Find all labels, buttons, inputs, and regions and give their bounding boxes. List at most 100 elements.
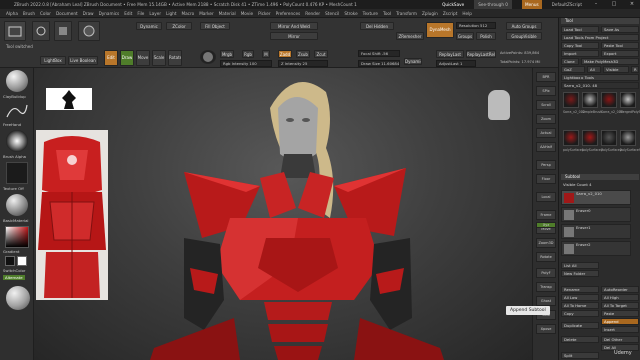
del-hidden-button[interactable]: Del Hidden <box>360 22 394 30</box>
menu-item[interactable]: Brush <box>23 11 35 16</box>
zoom3d-button[interactable]: Zoom3D <box>536 238 556 248</box>
canvas-viewport[interactable] <box>34 68 532 360</box>
polyf-button[interactable]: PolyF <box>536 268 556 278</box>
character-model[interactable] <box>34 68 532 360</box>
zcut-button[interactable]: Zcut <box>314 50 328 58</box>
local-button[interactable]: Local <box>536 192 556 202</box>
lightbox-button[interactable]: LightBox <box>40 56 66 65</box>
subtool-row[interactable]: Eraser2 <box>561 241 631 256</box>
rename-button[interactable]: Rename <box>561 286 599 293</box>
all-button[interactable]: All <box>587 66 601 73</box>
dynamesh-button[interactable]: DynaMesh <box>426 22 454 38</box>
draw-button[interactable]: Draw <box>120 50 134 66</box>
rotate-view-button[interactable]: Rotate <box>536 252 556 262</box>
subtool-row[interactable]: Eraser0 <box>561 207 631 222</box>
menu-item[interactable]: Zplugin <box>422 11 438 16</box>
menu-item[interactable]: Material <box>219 11 236 16</box>
save-as-button[interactable]: Save As <box>601 26 639 33</box>
lightbox-tools-button[interactable]: Lightbox ▸ Tools <box>561 74 639 81</box>
frame-button[interactable]: Frame <box>536 210 556 220</box>
quicksave-button[interactable]: QuickSave <box>442 0 464 9</box>
menu-item[interactable]: Stroke <box>344 11 357 16</box>
z-intensity-slider[interactable]: Z Intensity 25 <box>278 60 328 67</box>
menu-item[interactable]: Dynamics <box>99 11 120 16</box>
close-icon[interactable]: × <box>628 0 636 9</box>
clone-button[interactable]: Clone <box>561 58 579 65</box>
menu-item[interactable]: Transform <box>396 11 417 16</box>
resolution-slider[interactable]: Resolution 512 <box>456 22 496 29</box>
menu-item[interactable]: Layer <box>149 11 161 16</box>
rotate-button[interactable]: Rotate <box>168 50 182 66</box>
menu-item[interactable]: Movie <box>241 11 253 16</box>
paste-button[interactable]: Paste <box>601 310 639 317</box>
see-through-slider[interactable]: See-through 0 <box>474 0 512 9</box>
brush-icon[interactable] <box>6 70 28 92</box>
all-low-button[interactable]: All Low <box>561 294 599 301</box>
zcolor-button[interactable]: ZColor <box>166 22 192 30</box>
texture-icon[interactable] <box>6 162 28 184</box>
import-button[interactable]: Import <box>561 50 599 57</box>
actual-button[interactable]: Actual <box>536 128 556 138</box>
auto-groups-button[interactable]: Auto Groups <box>506 22 542 30</box>
group-visible-button[interactable]: GroupVisible <box>506 32 542 40</box>
auto-reorder-button[interactable]: AutoReorder <box>601 286 639 293</box>
scale-master-icon[interactable] <box>78 21 100 41</box>
del-other-button[interactable]: Del Other <box>601 336 639 343</box>
menu-item[interactable]: Tool <box>383 11 391 16</box>
tool-palette-title[interactable]: Tool <box>561 18 639 24</box>
duplicate-button[interactable]: Duplicate <box>561 322 599 329</box>
maximize-icon[interactable]: □ <box>610 0 618 9</box>
tool-thumbnail[interactable] <box>563 130 579 146</box>
polish-button[interactable]: Polish <box>476 32 496 40</box>
insert-button[interactable]: Insert <box>601 326 639 333</box>
persp-button[interactable]: Persp <box>536 160 556 170</box>
menu-item[interactable]: Picker <box>258 11 270 16</box>
menu-item[interactable]: Preferences <box>276 11 301 16</box>
menu-item[interactable]: Edit <box>124 11 132 16</box>
menu-item[interactable]: Macro <box>182 11 195 16</box>
menu-item[interactable]: Marker <box>199 11 213 16</box>
alpha-icon[interactable] <box>6 130 28 152</box>
load-tool-button[interactable]: Load Tool <box>561 26 599 33</box>
tool-thumbnail[interactable] <box>601 92 617 108</box>
menu-item[interactable]: Color <box>40 11 51 16</box>
menu-item[interactable]: Zscript <box>443 11 458 16</box>
subtool-row[interactable]: Eraser1 <box>561 224 631 239</box>
fill-object-button[interactable]: Fill Object <box>200 22 230 30</box>
new-folder-button[interactable]: New Folder <box>561 270 599 277</box>
move-button[interactable]: Move <box>136 50 150 66</box>
copy-tool-button[interactable]: Copy Tool <box>561 42 599 49</box>
delete-button[interactable]: Delete <box>561 336 599 343</box>
all-to-target-button[interactable]: All To Target <box>601 302 639 309</box>
subtool-header[interactable]: Subtool <box>561 174 639 180</box>
draw-size-slider[interactable]: Draw Size 11.60684 <box>358 60 400 67</box>
copy-button[interactable]: Copy <box>561 310 599 317</box>
zsub-button[interactable]: Zsub <box>296 50 310 58</box>
menu-item[interactable]: Help <box>462 11 472 16</box>
replay-last-button[interactable]: ReplayLast <box>436 50 464 58</box>
rgb-button[interactable]: Rgb <box>242 50 254 58</box>
focal-shift-slider[interactable]: Focal Shift -56 <box>358 50 400 57</box>
alpha-button[interactable]: Dynamic <box>136 22 162 30</box>
tool-thumbnail[interactable] <box>563 92 579 108</box>
lightbox-icon[interactable] <box>32 21 50 41</box>
tool-thumbnail[interactable] <box>620 130 636 146</box>
split-button[interactable]: Split <box>561 352 599 359</box>
menu-item[interactable]: File <box>137 11 144 16</box>
xyz-button[interactable]: Xyz <box>536 222 556 228</box>
tool-thumbnail[interactable] <box>582 92 598 108</box>
mirror-button[interactable]: Mirror <box>270 32 318 40</box>
xpose-button[interactable]: Xpose <box>536 324 556 334</box>
edit-button[interactable]: Edit <box>104 50 118 66</box>
menu-item[interactable]: Light <box>166 11 176 16</box>
paste-tool-button[interactable]: Paste Tool <box>601 42 639 49</box>
make-polymesh-button[interactable]: Make PolyMesh3D <box>581 58 639 65</box>
zoom-button[interactable]: Zoom <box>536 114 556 124</box>
head-preview-icon[interactable] <box>488 90 510 120</box>
subtool-row[interactable]: Sarra_v2_010 <box>561 190 631 205</box>
append-button[interactable]: Append <box>601 318 639 325</box>
r-button[interactable]: R <box>631 66 639 73</box>
groups-button[interactable]: Groups <box>456 32 474 40</box>
load-tools-from-project-button[interactable]: Load Tools From Project <box>561 34 639 41</box>
tool-thumbnail[interactable] <box>620 92 636 108</box>
